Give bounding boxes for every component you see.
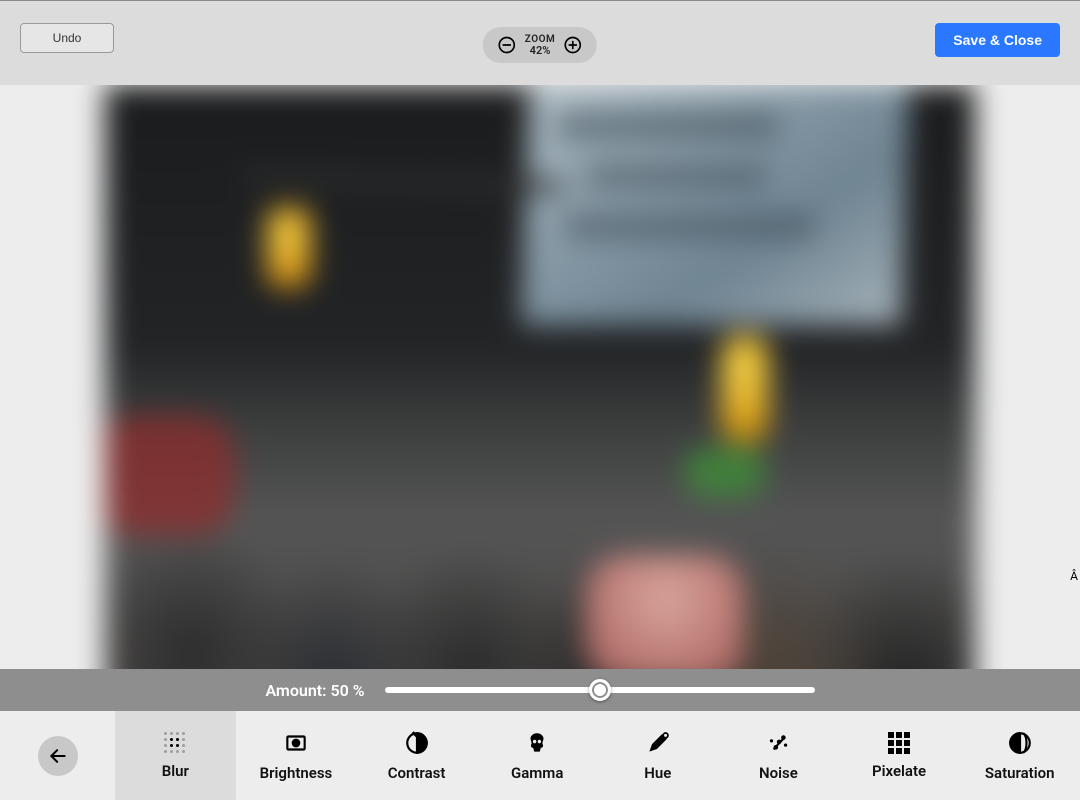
tool-brightness[interactable]: Brightness bbox=[236, 711, 357, 800]
zoom-out-button[interactable] bbox=[493, 31, 521, 59]
blur-icon bbox=[164, 732, 186, 754]
tool-label: Hue bbox=[644, 764, 671, 782]
filter-toolbar: Blur Brightness Contrast Gamma bbox=[0, 711, 1080, 800]
save-close-button[interactable]: Save & Close bbox=[935, 23, 1060, 57]
minus-circle-icon bbox=[497, 35, 517, 55]
editor-header: Undo ZOOM 42% Save & Close bbox=[0, 1, 1080, 85]
filter-tools: Blur Brightness Contrast Gamma bbox=[115, 711, 1080, 800]
zoom-value: 42% bbox=[525, 45, 555, 56]
plus-circle-icon bbox=[563, 35, 583, 55]
zoom-control: ZOOM 42% bbox=[483, 27, 597, 63]
tool-label: Noise bbox=[759, 764, 798, 782]
zoom-in-button[interactable] bbox=[559, 31, 587, 59]
tool-pixelate[interactable]: Pixelate bbox=[839, 711, 960, 800]
tool-noise[interactable]: Noise bbox=[718, 711, 839, 800]
tool-label: Saturation bbox=[985, 764, 1055, 782]
brightness-icon bbox=[283, 730, 309, 756]
amount-label: Amount: 50 % bbox=[265, 681, 364, 700]
undo-button[interactable]: Undo bbox=[20, 23, 114, 53]
tool-saturation[interactable]: Saturation bbox=[959, 711, 1080, 800]
amount-slider-thumb[interactable] bbox=[589, 679, 611, 701]
tool-blur[interactable]: Blur bbox=[115, 711, 236, 800]
tool-gamma[interactable]: Gamma bbox=[477, 711, 598, 800]
edited-image[interactable] bbox=[105, 85, 975, 669]
canvas-area: Â bbox=[0, 85, 1080, 669]
back-button[interactable] bbox=[38, 736, 78, 776]
tool-contrast[interactable]: Contrast bbox=[356, 711, 477, 800]
contrast-icon bbox=[404, 730, 430, 756]
arrow-left-icon bbox=[48, 746, 68, 766]
hue-icon bbox=[645, 730, 671, 756]
tool-label: Brightness bbox=[260, 764, 333, 782]
gamma-icon bbox=[524, 730, 550, 756]
zoom-label: ZOOM bbox=[525, 35, 555, 45]
pixelate-icon bbox=[888, 732, 910, 754]
noise-icon bbox=[765, 730, 791, 756]
tool-label: Gamma bbox=[511, 764, 563, 782]
saturation-icon bbox=[1007, 730, 1033, 756]
tool-label: Contrast bbox=[388, 764, 446, 782]
tool-hue[interactable]: Hue bbox=[598, 711, 719, 800]
stray-char: Â bbox=[1070, 569, 1078, 583]
amount-slider[interactable] bbox=[385, 687, 815, 693]
zoom-readout: ZOOM 42% bbox=[521, 35, 559, 56]
tool-label: Blur bbox=[162, 762, 189, 780]
tool-label: Pixelate bbox=[872, 762, 926, 780]
amount-bar: Amount: 50 % bbox=[0, 669, 1080, 711]
